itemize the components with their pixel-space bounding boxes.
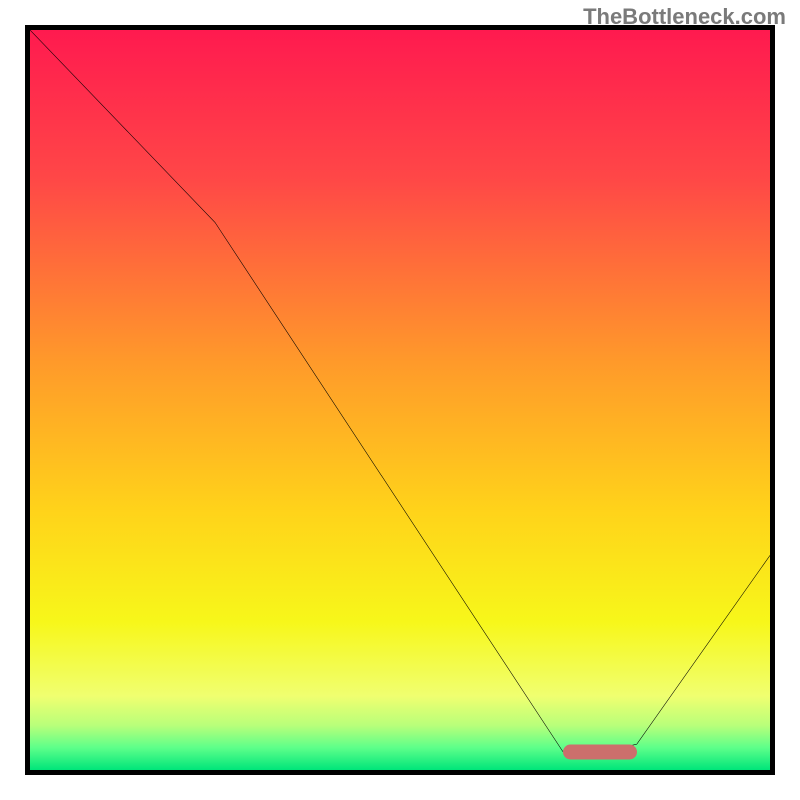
chart-plot-area bbox=[25, 25, 775, 775]
optimal-range-marker bbox=[563, 744, 637, 759]
watermark-text: TheBottleneck.com bbox=[583, 4, 786, 30]
bottleneck-curve bbox=[30, 30, 770, 770]
